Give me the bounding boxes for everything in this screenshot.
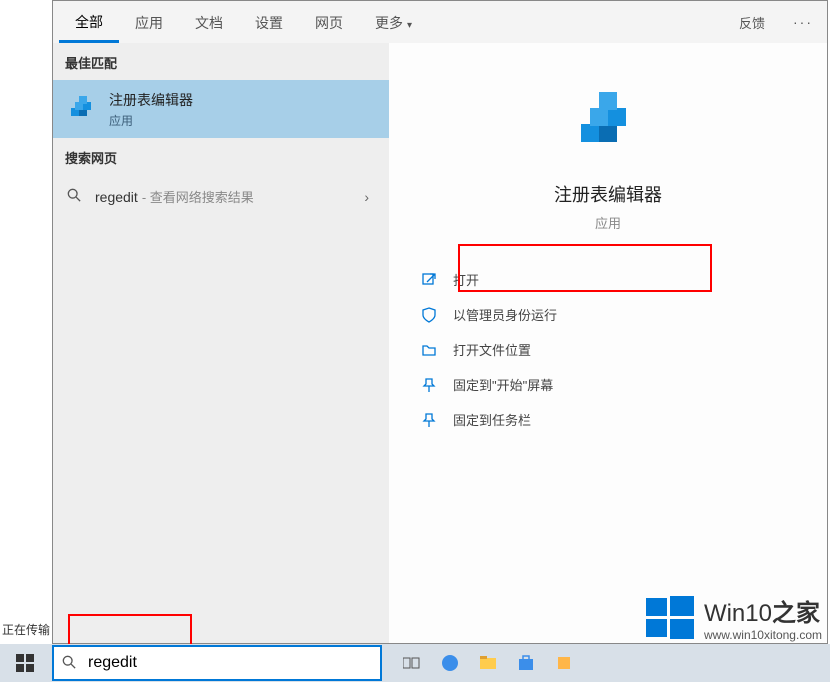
watermark: Win10之家 www.win10xitong.com [646, 593, 822, 642]
watermark-title: Win10之家 [704, 593, 822, 628]
search-input[interactable] [84, 652, 380, 674]
taskbar [0, 644, 830, 682]
tab-all[interactable]: 全部 [59, 2, 119, 43]
preview-pane: 注册表编辑器 应用 打开 以管理员身份运行 [389, 43, 827, 643]
tab-more-label: 更多 [375, 15, 403, 31]
windows-logo-icon [646, 594, 694, 642]
edge-icon[interactable] [440, 653, 460, 673]
search-content: 最佳匹配 注册表编辑器 应用 搜索网页 [53, 43, 827, 643]
search-icon [54, 655, 84, 672]
best-match-header: 最佳匹配 [53, 43, 389, 80]
search-results-window: 全部 应用 文档 设置 网页 更多 ▾ 反馈 ··· 最佳匹配 [52, 0, 828, 644]
watermark-url: www.win10xitong.com [704, 628, 822, 642]
more-options-button[interactable]: ··· [779, 4, 827, 40]
status-text: 正在传输 [0, 617, 52, 642]
regedit-large-icon [568, 83, 648, 163]
web-search-header: 搜索网页 [53, 138, 389, 175]
action-open[interactable]: 打开 [419, 262, 827, 297]
search-icon [67, 188, 85, 205]
tab-apps[interactable]: 应用 [119, 3, 179, 41]
web-search-result[interactable]: regedit - 查看网络搜索结果 › [53, 175, 389, 218]
store-icon[interactable] [516, 653, 536, 673]
action-pin-taskbar[interactable]: 固定到任务栏 [419, 402, 827, 437]
shield-icon [419, 306, 439, 324]
action-run-as-admin[interactable]: 以管理员身份运行 [419, 297, 827, 332]
tab-documents[interactable]: 文档 [179, 3, 239, 41]
action-run-admin-label: 以管理员身份运行 [453, 305, 557, 324]
tab-settings[interactable]: 设置 [239, 3, 299, 41]
folder-icon [419, 341, 439, 359]
pin-icon [419, 411, 439, 429]
web-search-term: regedit [95, 189, 138, 205]
taskbar-search-box[interactable] [52, 645, 382, 681]
open-icon [419, 271, 439, 289]
start-button[interactable] [0, 644, 50, 682]
best-match-subtitle: 应用 [109, 112, 193, 129]
action-open-file-location[interactable]: 打开文件位置 [419, 332, 827, 367]
web-search-suffix: - 查看网络搜索结果 [142, 187, 254, 206]
task-view-icon[interactable] [402, 653, 422, 673]
best-match-title: 注册表编辑器 [109, 90, 193, 110]
action-open-location-label: 打开文件位置 [453, 340, 531, 359]
regedit-icon [65, 92, 99, 126]
action-pin-start-label: 固定到"开始"屏幕 [453, 375, 553, 394]
feedback-link[interactable]: 反馈 [725, 3, 779, 42]
explorer-icon[interactable] [478, 653, 498, 673]
tab-web[interactable]: 网页 [299, 3, 359, 41]
search-filter-tabs: 全部 应用 文档 设置 网页 更多 ▾ 反馈 ··· [53, 1, 827, 43]
taskbar-pinned-apps [402, 653, 574, 673]
best-match-result[interactable]: 注册表编辑器 应用 [53, 80, 389, 138]
action-open-label: 打开 [453, 270, 479, 289]
action-pin-start[interactable]: 固定到"开始"屏幕 [419, 367, 827, 402]
preview-subtitle: 应用 [595, 213, 621, 232]
tab-more[interactable]: 更多 ▾ [359, 3, 428, 41]
security-icon[interactable] [554, 653, 574, 673]
chevron-right-icon: › [364, 189, 375, 205]
preview-title: 注册表编辑器 [554, 181, 662, 207]
chevron-down-icon: ▾ [407, 20, 412, 31]
action-list: 打开 以管理员身份运行 打开文件位置 [389, 262, 827, 437]
results-left-pane: 最佳匹配 注册表编辑器 应用 搜索网页 [53, 43, 389, 643]
action-pin-taskbar-label: 固定到任务栏 [453, 410, 531, 429]
pin-icon [419, 376, 439, 394]
